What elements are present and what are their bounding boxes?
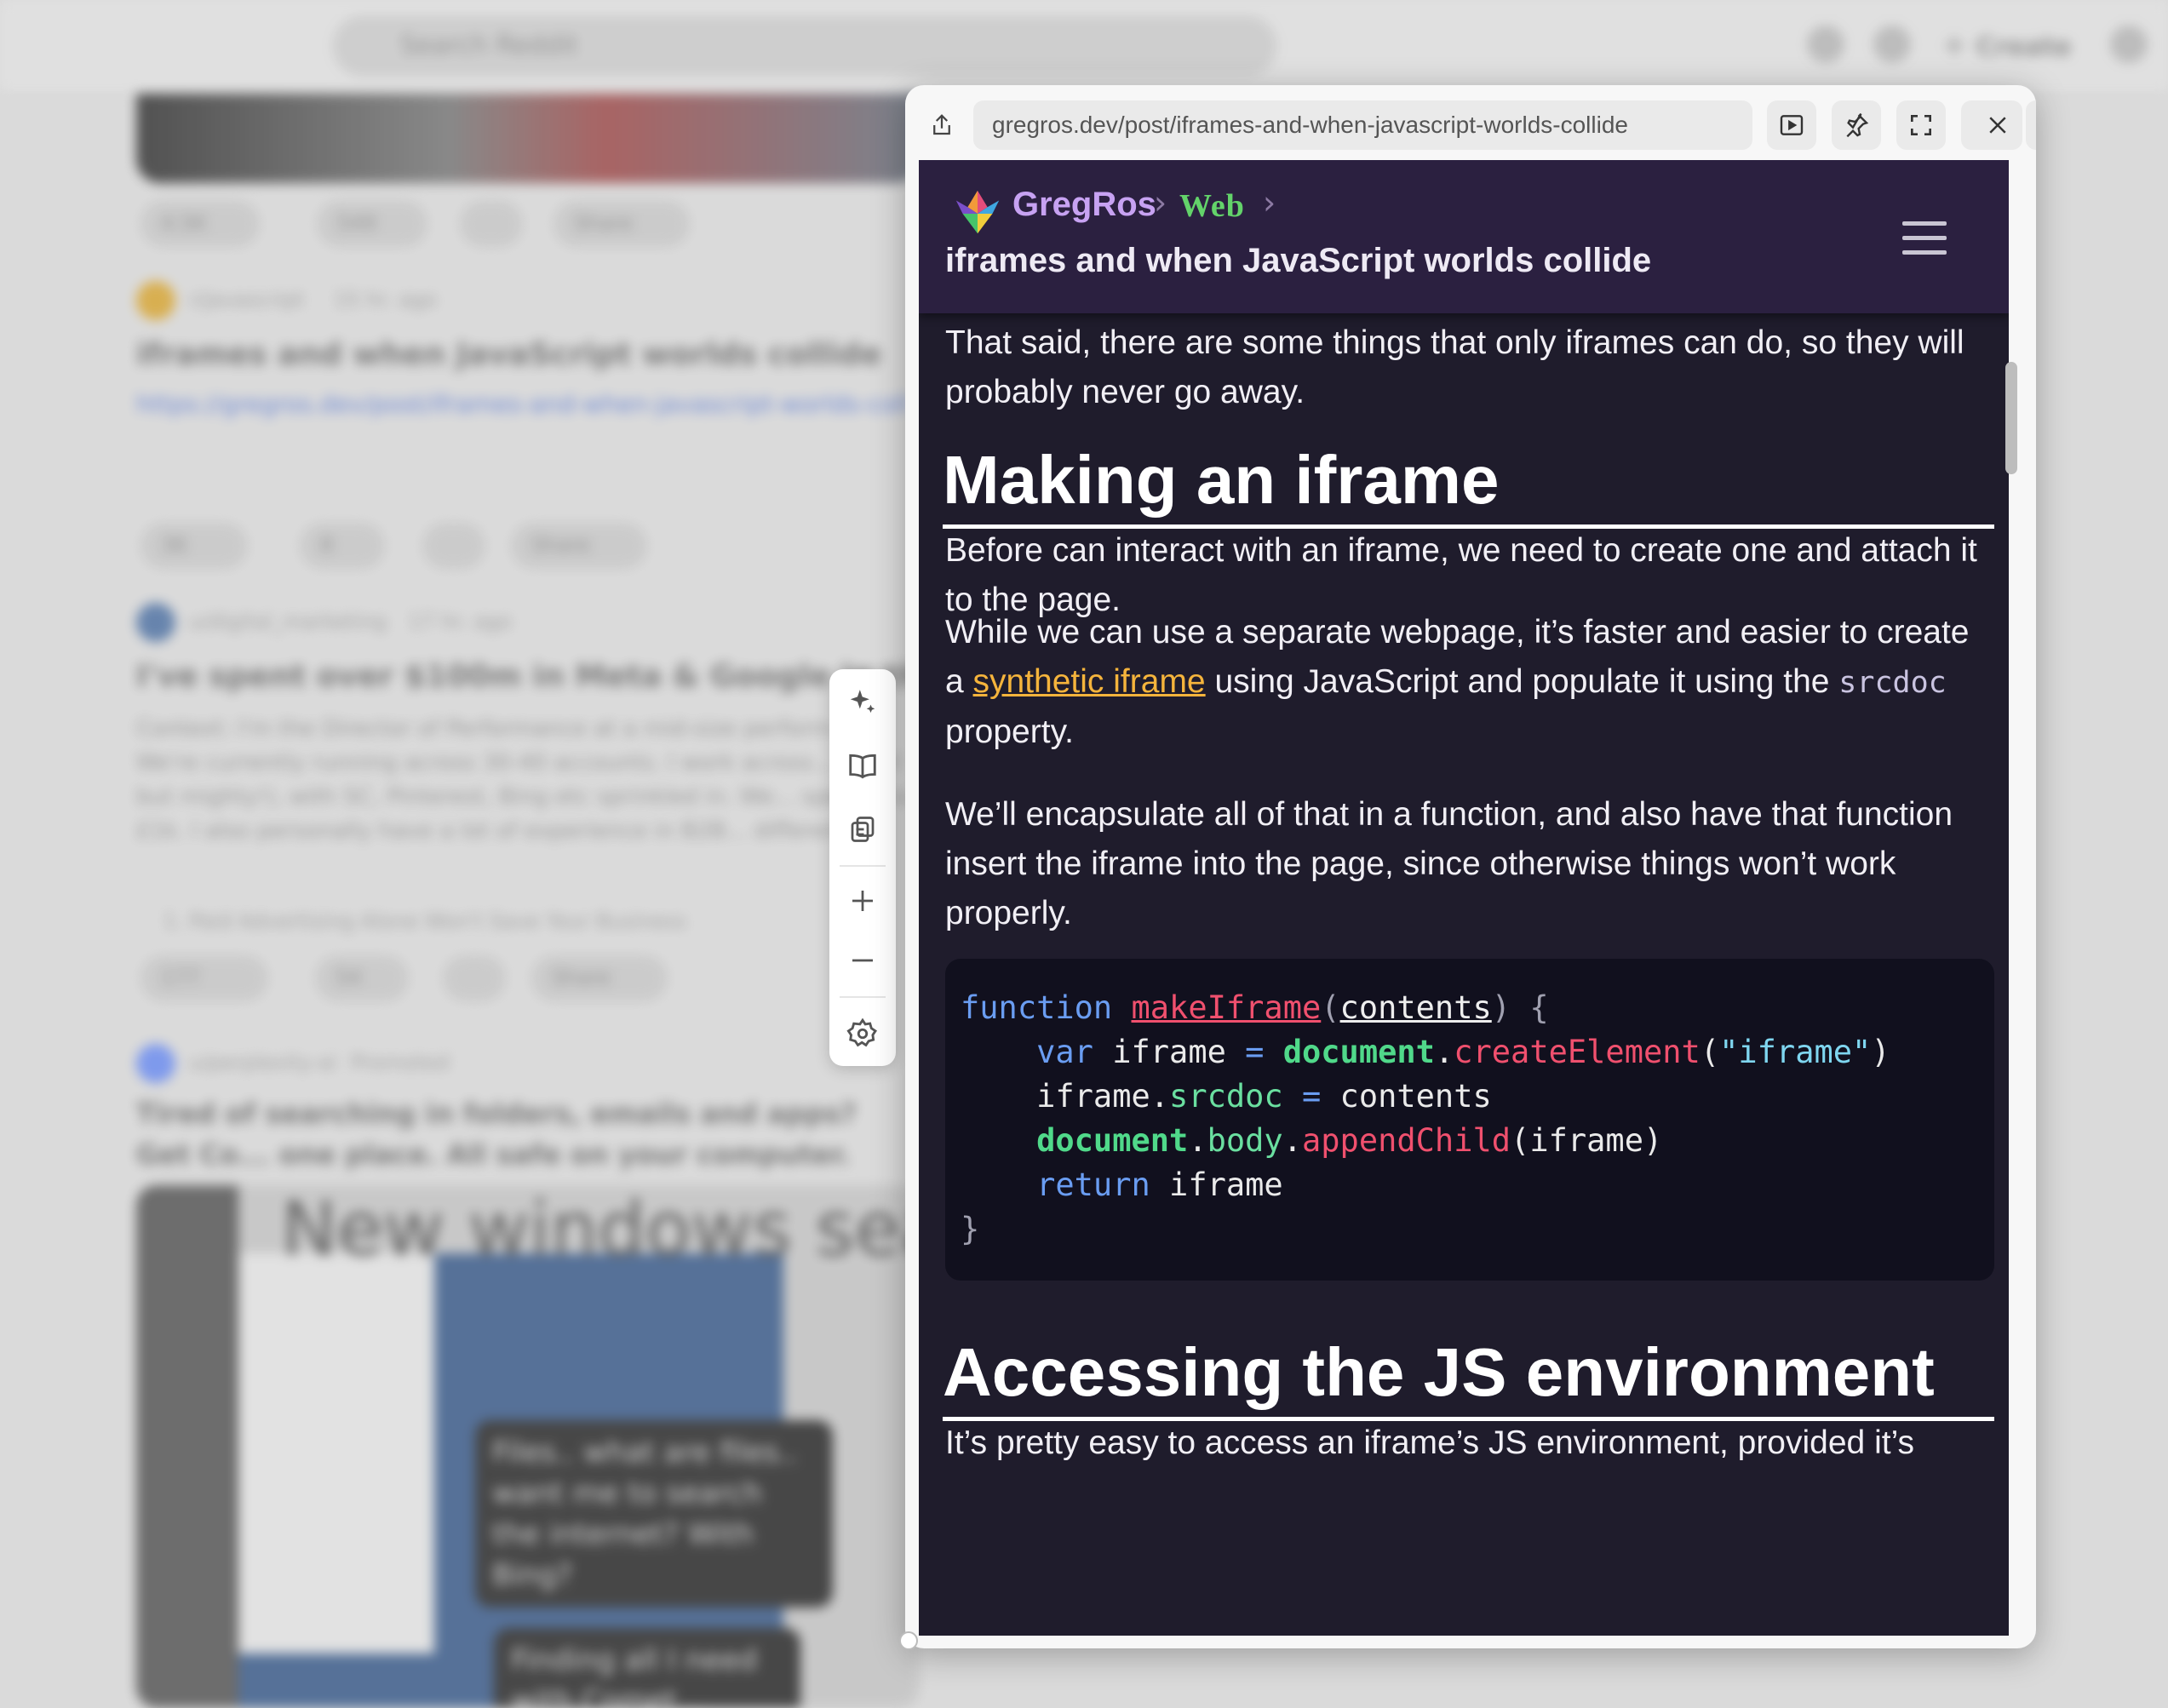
code-token: document xyxy=(1282,1034,1435,1070)
scrollbar[interactable] xyxy=(2005,362,2017,474)
share-icon[interactable] xyxy=(917,100,966,150)
synthetic-iframe-link[interactable]: synthetic iframe xyxy=(973,663,1206,700)
play-icon[interactable] xyxy=(1767,100,1816,150)
ad-bubble: Files.. what are files.. want me to sear… xyxy=(475,1420,833,1608)
award-pill[interactable] xyxy=(460,201,523,247)
chevron-right-icon: › xyxy=(1263,184,1276,221)
ad-image[interactable]: New windows sea Files.. what are files..… xyxy=(136,1185,920,1708)
post-body: Context: I'm the Director of Performance… xyxy=(136,716,910,844)
code-token: iframe xyxy=(1529,1122,1643,1159)
code-token: var xyxy=(1036,1034,1093,1070)
code-token: iframe xyxy=(1169,1166,1283,1203)
code-token: iframe xyxy=(1036,1078,1150,1115)
paragraph: That said, there are some things that on… xyxy=(945,324,1964,410)
book-icon[interactable] xyxy=(837,741,888,792)
text: using JavaScript and populate it using t… xyxy=(1205,663,1839,700)
gear-icon[interactable] xyxy=(837,1008,888,1059)
hamburger-menu-icon[interactable] xyxy=(1902,221,1947,255)
code-token: contents xyxy=(1339,989,1492,1026)
gregros-logo-icon[interactable] xyxy=(951,186,1004,238)
expand-icon[interactable] xyxy=(1896,100,1946,150)
ad-image-sidebar xyxy=(136,1185,238,1708)
close-icon[interactable] xyxy=(1973,100,2022,150)
divider xyxy=(840,865,886,867)
pin-icon[interactable] xyxy=(1832,100,1881,150)
post-title[interactable]: Tired of searching in folders, emails an… xyxy=(136,1093,920,1175)
share-pill[interactable]: Share xyxy=(511,523,647,569)
breadcrumb-section[interactable]: Web xyxy=(1179,187,1245,225)
post-author[interactable]: u/digital_marketing xyxy=(189,610,387,633)
code-token: appendChild xyxy=(1302,1122,1511,1159)
award-pill[interactable] xyxy=(443,955,506,1001)
avatar[interactable] xyxy=(136,281,175,320)
post-author[interactable]: u/perplexity-ai xyxy=(189,1051,337,1075)
page-title: iframes and when JavaScript worlds colli… xyxy=(945,242,1652,279)
vote-pill[interactable]: 4.5K xyxy=(141,201,260,247)
vote-pill[interactable]: 177 xyxy=(141,955,268,1001)
post-time: 17 hr. ago xyxy=(409,610,512,633)
text: property. xyxy=(945,714,1075,750)
divider xyxy=(840,996,886,998)
code-token: function xyxy=(961,989,1113,1026)
sparkle-icon[interactable] xyxy=(837,678,888,729)
post-title[interactable]: iframes and when JavaScript worlds colli… xyxy=(136,337,881,372)
code-token: return xyxy=(1036,1166,1150,1203)
post-time: 15 hr. ago xyxy=(334,288,437,312)
inline-code: srcdoc xyxy=(1838,666,1947,700)
paragraph: It’s pretty easy to access an iframe’s J… xyxy=(945,1424,1915,1461)
code-token: "iframe" xyxy=(1719,1034,1872,1070)
post-list-item: 1. Paid Advertising Alone Won't Save You… xyxy=(163,909,687,933)
code-token: iframe xyxy=(1112,1034,1226,1070)
ad-headline: New windows sea xyxy=(281,1185,920,1273)
code-token: createElement xyxy=(1454,1034,1701,1070)
ad-image-window-panel xyxy=(238,1253,434,1654)
url-bar[interactable]: gregros.dev/post/iframes-and-when-javasc… xyxy=(973,100,1752,150)
code-block[interactable]: function makeIframe(contents) { var ifra… xyxy=(945,959,1994,1281)
close-icon-spacer xyxy=(2026,100,2036,150)
post-time: Promoted xyxy=(351,1051,450,1075)
create-button[interactable]: ＋ Create xyxy=(1941,26,2072,63)
copy-icon[interactable] xyxy=(837,804,888,855)
post-link[interactable]: https://gregros.dev/post/iframes-and-whe… xyxy=(136,390,909,418)
comments-pill[interactable]: 8 xyxy=(300,523,385,569)
popup-browser-window: gregros.dev/post/iframes-and-when-javasc… xyxy=(905,85,2036,1648)
share-pill[interactable]: Share xyxy=(531,955,668,1001)
webpage-viewport[interactable]: GregRos › Web › iframes and when JavaScr… xyxy=(919,160,2009,1636)
heading-making-iframe: Making an iframe xyxy=(943,439,1994,529)
avatar[interactable] xyxy=(136,1044,175,1083)
code-token: document xyxy=(1036,1122,1189,1159)
ads-icon[interactable] xyxy=(1807,26,1844,63)
site-header: GregRos › Web › iframes and when JavaScr… xyxy=(919,160,2009,313)
bell-icon[interactable] xyxy=(2110,26,2148,63)
plus-icon[interactable] xyxy=(837,875,888,926)
chevron-right-icon: › xyxy=(1154,184,1167,221)
popup-toolbar: gregros.dev/post/iframes-and-when-javasc… xyxy=(905,85,2036,160)
video-player[interactable] xyxy=(136,94,920,183)
avatar[interactable] xyxy=(136,603,175,642)
vote-pill[interactable]: 36 xyxy=(141,523,248,569)
search-input[interactable]: Search Reddit xyxy=(332,15,1277,77)
share-pill[interactable]: Share xyxy=(553,201,690,247)
ad-bubble: Finding all I need with Comet... xyxy=(494,1628,800,1708)
breadcrumb-site[interactable]: GregRos xyxy=(1012,186,1156,224)
chat-icon[interactable] xyxy=(1873,26,1911,63)
paragraph: While we can use a separate webpage, it’… xyxy=(945,608,1994,757)
heading-accessing-js: Accessing the JS environment xyxy=(943,1332,1994,1421)
paragraph: We’ll encapsulate all of that in a funct… xyxy=(945,796,1953,931)
comments-pill[interactable]: 549 xyxy=(317,201,427,247)
comments-pill[interactable]: 54 xyxy=(315,955,409,1001)
minus-icon[interactable] xyxy=(837,935,888,986)
reader-toolbar xyxy=(829,669,896,1066)
code-token: makeIframe xyxy=(1131,989,1322,1026)
code-token: contents xyxy=(1339,1078,1492,1115)
award-pill[interactable] xyxy=(422,523,485,569)
reddit-topbar: Search Reddit ＋ Create xyxy=(0,0,2168,94)
resize-handle[interactable] xyxy=(899,1631,918,1650)
code-token: body xyxy=(1207,1122,1283,1159)
post-author[interactable]: r/javascript xyxy=(189,288,304,312)
code-token: srcdoc xyxy=(1169,1078,1283,1115)
